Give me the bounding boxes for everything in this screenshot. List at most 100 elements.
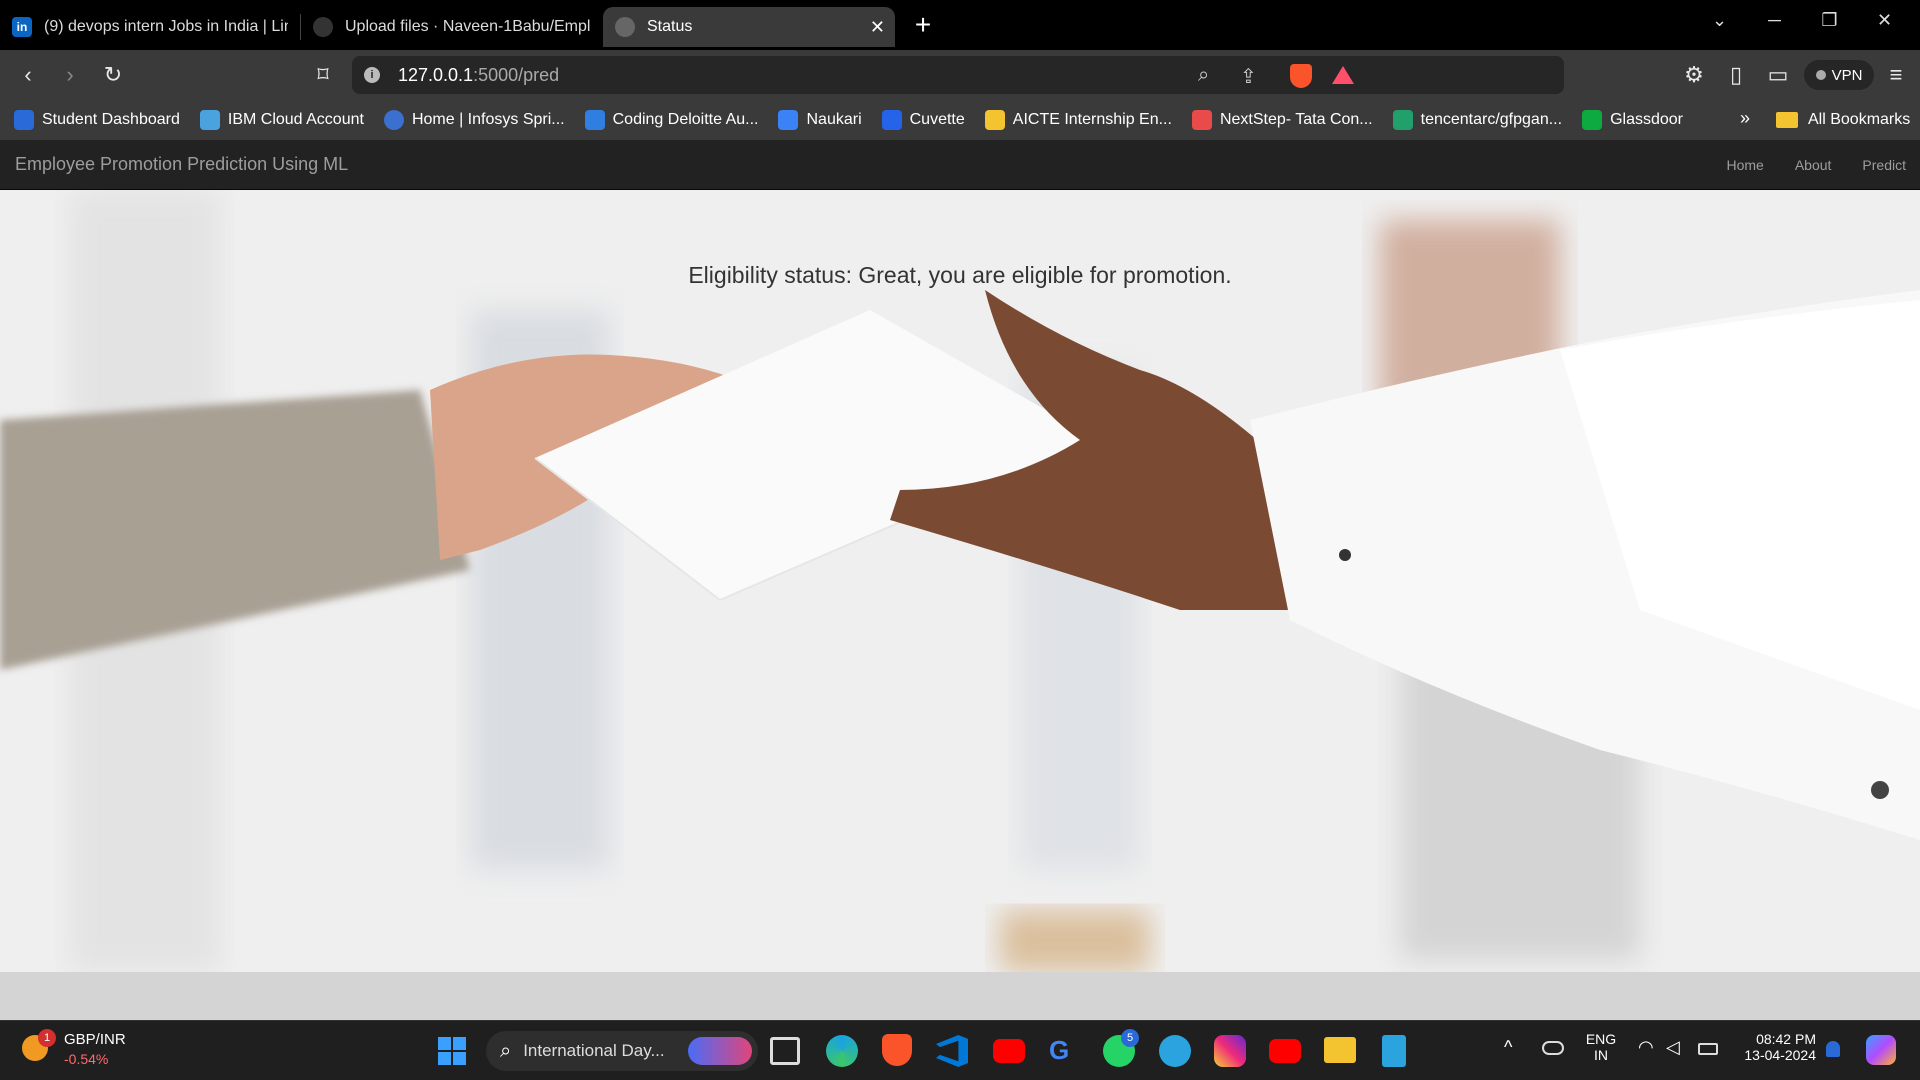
bookmark-label: Cuvette [909,111,965,128]
restore-icon[interactable]: ❐ [1802,0,1857,40]
back-icon[interactable]: ‹ [12,59,44,91]
bookmark-favicon-icon [1582,110,1603,130]
nav-predict-link[interactable]: Predict [1862,157,1906,173]
bookmark-item[interactable]: NextStep- Tata Con... [1191,110,1373,130]
tab-search-icon[interactable]: ⌄ [1692,0,1747,40]
notepad-icon[interactable] [1382,1035,1406,1067]
battery-icon[interactable] [1698,1043,1718,1055]
taskbar-search-box[interactable]: ⌕ International Day... [486,1031,758,1071]
onedrive-icon[interactable] [1542,1041,1564,1055]
site-brand[interactable]: Employee Promotion Prediction Using ML [15,154,348,175]
tab-linkedin[interactable]: in (9) devops intern Jobs in India | Lin… [0,7,300,47]
tab-title: (9) devops intern Jobs in India | Linked… [44,18,288,35]
bookmark-favicon-icon [584,110,605,130]
clock-date: 13-04-2024 [1744,1047,1816,1063]
windows-start-icon[interactable] [438,1037,466,1065]
copilot-icon[interactable] [1866,1035,1896,1065]
menu-icon[interactable]: ≡ [1880,59,1912,91]
bookmark-item[interactable]: Glassdoor [1582,110,1683,130]
bookmark-favicon-icon [984,110,1005,130]
search-icon: ⌕ [500,1039,512,1062]
lang-bottom: IN [1594,1047,1608,1063]
vscode-icon[interactable] [936,1035,968,1067]
browser-toolbar: ‹ › ↻ ⌑ i 127.0.0.1:5000/pred ⌕ ⇪ ⚙ ▯ ▭ … [0,50,1920,100]
edge-icon[interactable] [826,1035,858,1067]
clock[interactable]: 08:42 PM 13-04-2024 [1730,1031,1816,1063]
globe-icon [615,17,635,37]
telegram-icon[interactable] [1159,1035,1191,1067]
eligibility-status-text: Eligibility status: Great, you are eligi… [688,262,1232,288]
file-explorer-icon[interactable] [1324,1037,1356,1063]
language-indicator[interactable]: ENG IN [1584,1031,1618,1063]
site-nav-links: Home About Predict [1726,140,1920,190]
bookmark-label: Home | Infosys Spri... [411,111,565,128]
url-text: 127.0.0.1:5000/pred [398,65,559,86]
brave-icon[interactable] [882,1034,912,1066]
ticker-name[interactable]: GBP/INR [64,1031,126,1048]
bookmark-label: Naukari [806,111,862,128]
address-bar[interactable]: i 127.0.0.1:5000/pred ⌕ ⇪ [352,56,1564,94]
reload-icon[interactable]: ↻ [97,59,129,91]
show-hidden-icons-icon[interactable]: ^ [1504,1037,1512,1058]
close-tab-icon[interactable]: ✕ [870,17,885,38]
tab-status[interactable]: Status ✕ [603,7,895,47]
tab-title: Upload files · Naveen-1Babu/Employee [345,18,591,35]
bookmark-item[interactable]: Student Dashboard [14,110,180,130]
vpn-status-icon [1815,70,1826,80]
bookmark-label: NextStep- Tata Con... [1219,111,1373,128]
bookmark-favicon-icon [881,110,902,130]
bookmark-icon[interactable]: ⌑ [307,59,339,91]
nav-about-link[interactable]: About [1795,157,1832,173]
youtube-icon[interactable] [1269,1039,1301,1063]
extensions-icon[interactable]: ⚙ [1678,59,1710,91]
tab-title: Status [647,18,693,35]
folder-icon [1776,112,1798,128]
vpn-button[interactable]: VPN [1804,60,1874,90]
task-view-icon[interactable] [770,1037,800,1065]
clock-time: 08:42 PM [1756,1031,1816,1047]
volume-icon[interactable]: ◁ [1666,1037,1680,1058]
ticker-change: -0.54% [64,1051,109,1067]
all-bookmarks-button[interactable]: All Bookmarks [1776,100,1910,140]
forward-icon[interactable]: › [54,59,86,91]
bookmark-item[interactable]: Cuvette [881,110,965,130]
nav-home-link[interactable]: Home [1726,157,1763,173]
web-page: Employee Promotion Prediction Using ML H… [0,140,1920,1020]
new-tab-button[interactable]: + [903,5,943,45]
bookmark-favicon-icon [1392,110,1413,130]
hero-background-image: Eligibility status: Great, you are eligi… [0,190,1920,972]
wallet-icon[interactable]: ▭ [1762,59,1794,91]
bookmarks-bar: Student Dashboard IBM Cloud Account Home… [0,100,1920,140]
browser-tab-bar: in (9) devops intern Jobs in India | Lin… [0,0,1920,50]
search-text: International Day... [523,1041,665,1060]
whatsapp-badge: 5 [1121,1029,1139,1047]
search-highlight-icon [688,1037,752,1065]
share-icon[interactable]: ⇪ [1240,64,1257,89]
bookmark-item[interactable]: IBM Cloud Account [199,110,364,130]
brave-shields-icon[interactable] [1290,64,1312,88]
handshake-envelope-illustration [0,190,1920,972]
bookmark-label: Coding Deloitte Au... [612,111,759,128]
notification-bell-icon[interactable] [1826,1041,1840,1057]
more-bookmarks-icon[interactable]: » [1740,108,1750,129]
site-navbar: Employee Promotion Prediction Using ML H… [0,140,1920,190]
sidebar-icon[interactable]: ▯ [1720,59,1752,91]
bookmark-item[interactable]: Coding Deloitte Au... [584,110,759,130]
bookmark-item[interactable]: AICTE Internship En... [984,110,1172,130]
bookmark-label: Student Dashboard [42,111,180,128]
tab-github[interactable]: Upload files · Naveen-1Babu/Employee [301,7,603,47]
bookmark-item[interactable]: tencentarc/gfpgan... [1392,110,1562,130]
site-info-icon[interactable]: i [364,67,380,83]
brave-rewards-icon[interactable] [1332,66,1354,84]
url-path: :5000/pred [473,64,560,85]
minimize-icon[interactable]: ─ [1747,0,1802,40]
bookmark-item[interactable]: Home | Infosys Spri... [383,110,565,130]
wifi-icon[interactable]: ◠ [1638,1037,1654,1058]
google-icon[interactable]: G [1049,1035,1069,1066]
bookmark-item[interactable]: Naukari [778,110,862,130]
window-close-icon[interactable]: ✕ [1857,0,1912,40]
zoom-icon[interactable]: ⌕ [1198,64,1209,87]
youtube-icon[interactable] [993,1039,1025,1063]
screen: in (9) devops intern Jobs in India | Lin… [0,0,1920,1080]
instagram-icon[interactable] [1214,1035,1246,1067]
